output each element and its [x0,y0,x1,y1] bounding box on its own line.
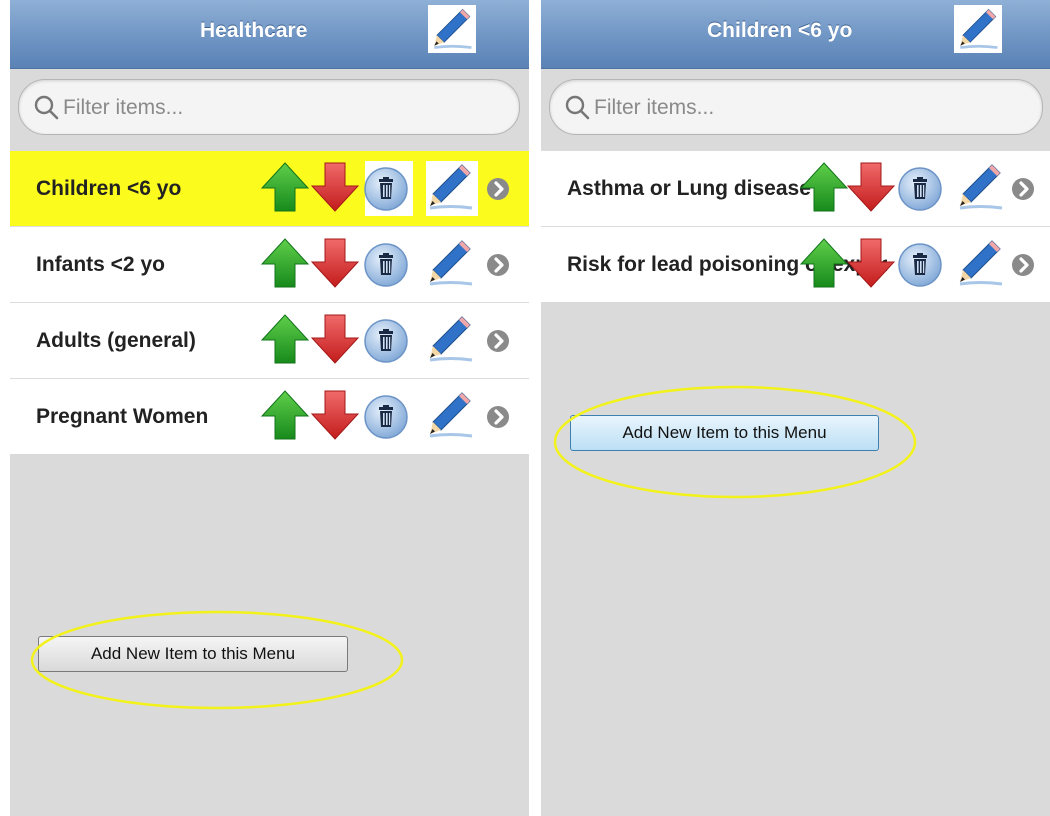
add-item-button[interactable]: Add New Item to this Menu [570,415,879,451]
search-input[interactable] [592,90,976,126]
edit-pencil-icon[interactable] [426,313,474,365]
menu-list: Children <6 yo Infants <2 yo Adults (gen… [10,150,529,454]
list-item[interactable]: Infants <2 yo [10,226,529,302]
edit-title-icon[interactable] [954,5,1002,53]
list-item[interactable]: Asthma or Lung disease [541,150,1050,226]
list-item[interactable]: Children <6 yo [10,150,529,226]
edit-pencil-icon[interactable] [956,237,1004,289]
search-bar [18,79,520,135]
page-title: Healthcare [200,19,308,42]
search-bar [549,79,1043,135]
add-item-button[interactable]: Add New Item to this Menu [38,636,348,672]
trash-icon[interactable] [897,242,943,288]
search-icon [33,94,59,120]
list-item[interactable]: Adults (general) [10,302,529,378]
right-menu-panel: Children <6 yo Asthma or Lung disease Ri… [541,0,1050,816]
search-icon [564,94,590,120]
arrow-up-icon[interactable] [260,389,310,441]
arrow-down-icon[interactable] [310,389,360,441]
edit-pencil-icon[interactable] [426,389,474,441]
header-bar: Children <6 yo [541,0,1050,69]
chevron-right-icon[interactable] [486,177,510,201]
arrow-up-icon[interactable] [799,237,849,289]
edit-pencil-icon[interactable] [956,161,1004,213]
edit-title-icon[interactable] [428,5,476,53]
trash-icon[interactable] [363,166,409,212]
chevron-right-icon[interactable] [1011,177,1035,201]
trash-icon[interactable] [363,394,409,440]
list-item[interactable]: Risk for lead poisoning or exposure [541,226,1050,302]
arrow-down-icon[interactable] [310,161,360,213]
arrow-up-icon[interactable] [260,161,310,213]
arrow-up-icon[interactable] [799,161,849,213]
chevron-right-icon[interactable] [486,329,510,353]
list-item[interactable]: Pregnant Women [10,378,529,454]
trash-icon[interactable] [897,166,943,212]
page-title: Children <6 yo [707,19,853,42]
search-input[interactable] [61,90,445,126]
edit-pencil-icon[interactable] [426,161,474,213]
arrow-up-icon[interactable] [260,237,310,289]
trash-icon[interactable] [363,318,409,364]
trash-icon[interactable] [363,242,409,288]
left-menu-panel: Healthcare Children <6 yo Infants <2 yo [10,0,529,816]
chevron-right-icon[interactable] [1011,253,1035,277]
arrow-down-icon[interactable] [310,237,360,289]
chevron-right-icon[interactable] [486,405,510,429]
arrow-up-icon[interactable] [260,313,310,365]
header-bar: Healthcare [10,0,529,69]
arrow-down-icon[interactable] [846,161,896,213]
arrow-down-icon[interactable] [310,313,360,365]
menu-list: Asthma or Lung disease Risk for lead poi… [541,150,1050,302]
chevron-right-icon[interactable] [486,253,510,277]
arrow-down-icon[interactable] [846,237,896,289]
edit-pencil-icon[interactable] [426,237,474,289]
